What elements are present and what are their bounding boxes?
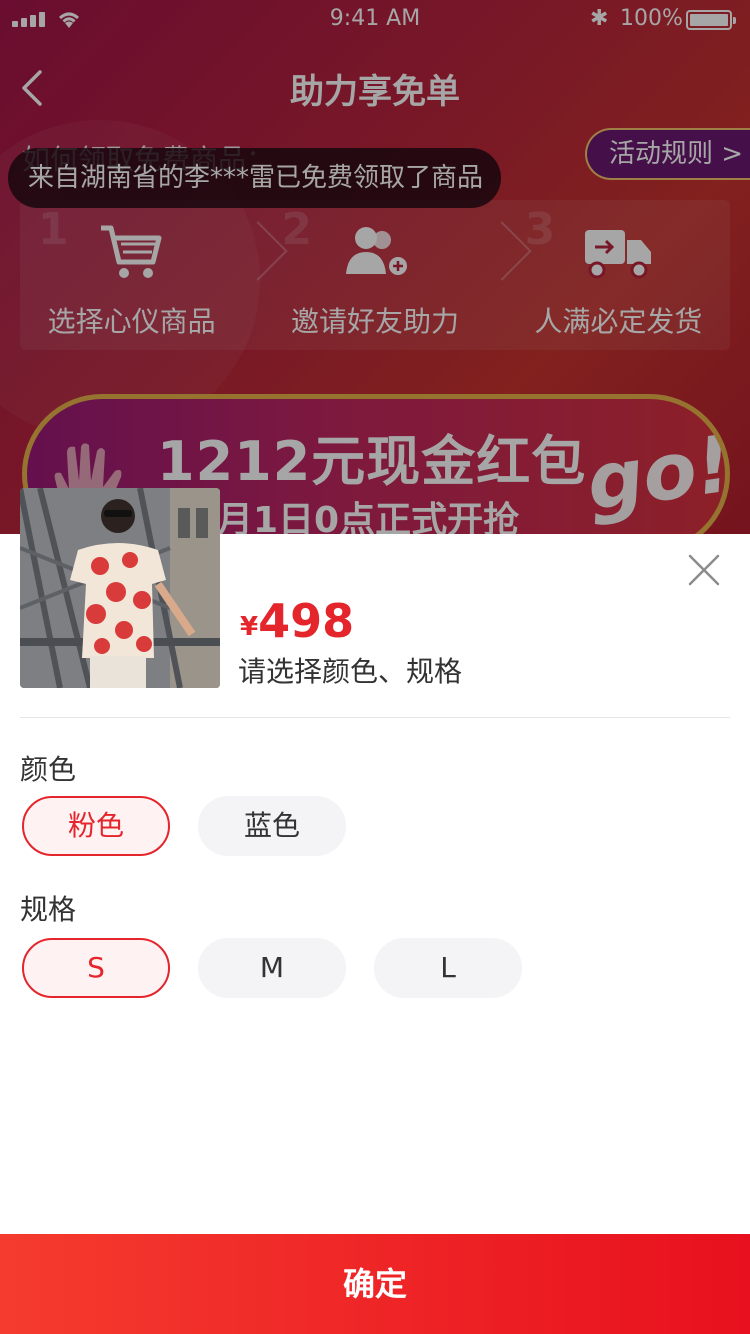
dim-overlay[interactable]	[0, 0, 750, 540]
size-option-s[interactable]: S	[22, 938, 170, 998]
color-option-blue[interactable]: 蓝色	[198, 796, 346, 856]
app-screen: 9:41 AM ✱ 100% 助力享免单 如何领取免费商品： 活动规则 > 1 …	[0, 0, 750, 1334]
close-icon[interactable]	[686, 552, 722, 588]
size-group-title: 规格	[20, 893, 77, 926]
product-thumbnail	[20, 488, 220, 688]
currency-symbol: ¥	[240, 612, 259, 642]
divider	[20, 717, 730, 718]
size-option-m[interactable]: M	[198, 938, 346, 998]
sku-selector-sheet: ¥498 请选择颜色、规格 颜色 粉色 蓝色 规格 S M L 确定	[0, 488, 750, 1334]
price-value: 498	[258, 594, 355, 648]
confirm-button[interactable]: 确定	[0, 1234, 750, 1334]
color-group-title: 颜色	[20, 753, 77, 786]
color-option-pink[interactable]: 粉色	[22, 796, 170, 856]
selection-hint: 请选择颜色、规格	[238, 655, 463, 688]
size-option-l[interactable]: L	[374, 938, 522, 998]
product-price: ¥498	[240, 594, 354, 648]
product-photo	[20, 488, 220, 688]
